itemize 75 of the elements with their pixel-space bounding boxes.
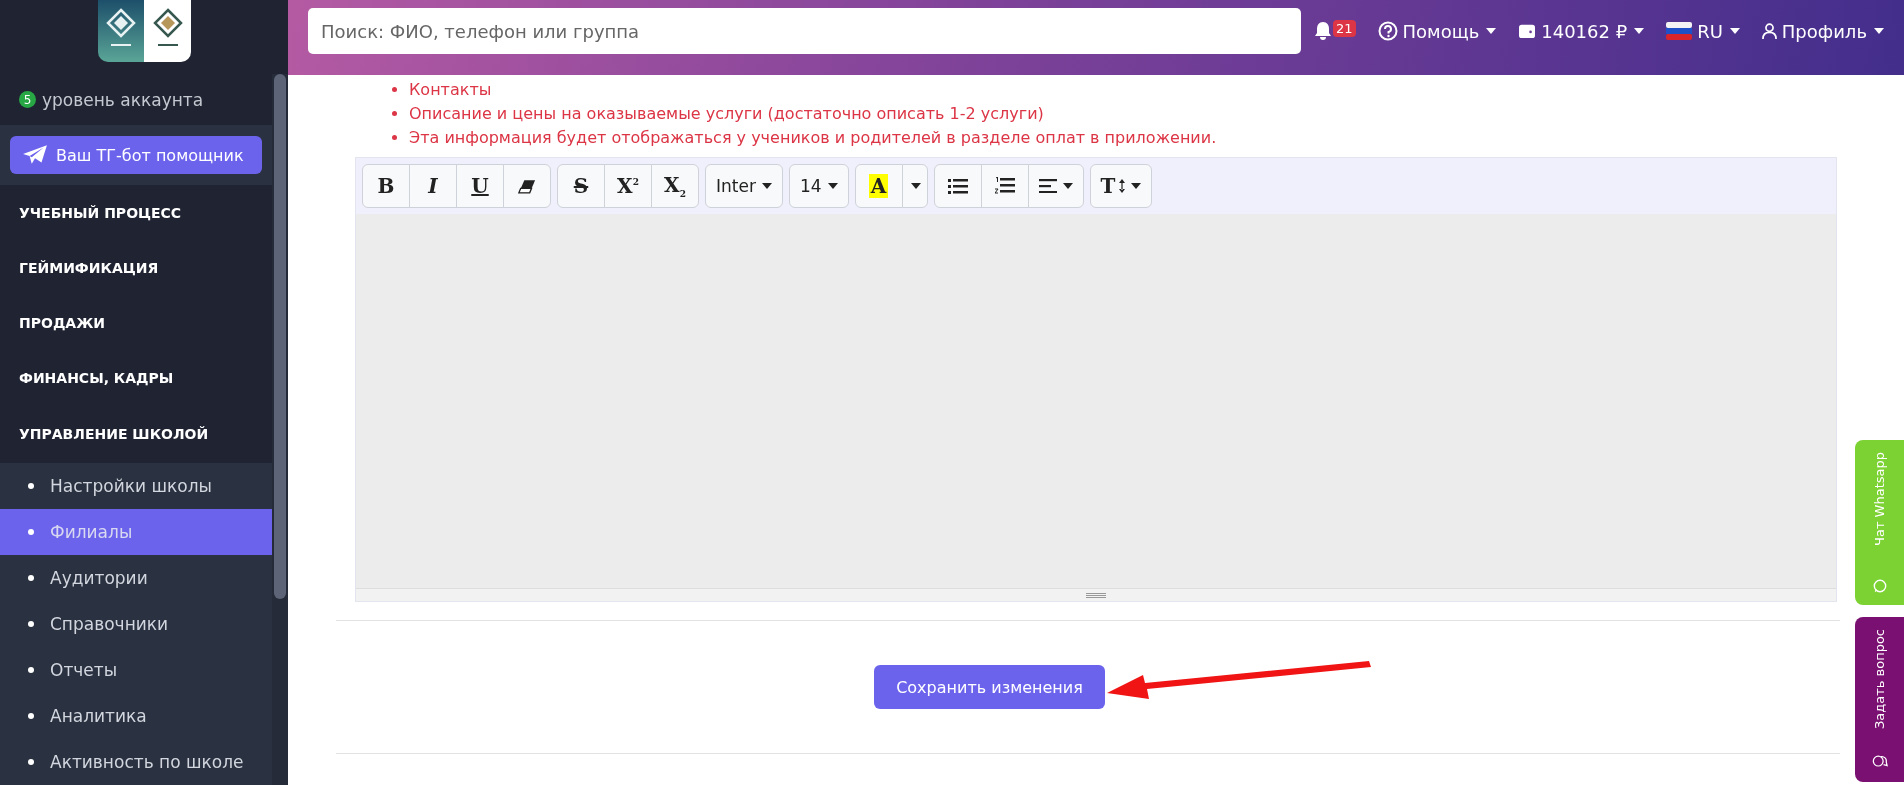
text-color-button[interactable]: A (854, 164, 903, 208)
menu-item[interactable]: Настройки школы (0, 463, 272, 509)
menu-section[interactable]: ПРОДАЖИ (0, 295, 272, 350)
bullet-list-button[interactable] (933, 164, 982, 208)
subscript-button[interactable]: X$_{2}$ (651, 164, 699, 208)
note-text: Эта информация будет отображаться у учеников и родителей в разделе оплат в приложении. (409, 127, 1217, 147)
notifications-button[interactable]: 21 (1313, 8, 1356, 54)
help-menu[interactable]: Помощь (1377, 8, 1497, 54)
bullet-icon (28, 575, 34, 581)
menu-item[interactable]: Отчеты (0, 647, 272, 693)
caret-icon (1874, 28, 1884, 34)
font-size-dropdown[interactable]: 14 (788, 164, 849, 208)
italic-button[interactable]: I (409, 164, 457, 208)
line-height-dropdown[interactable]: T (1089, 164, 1153, 208)
superscript-button[interactable]: X$^{2}$ (604, 164, 652, 208)
language-menu[interactable]: RU (1666, 8, 1740, 54)
grip-icon (1086, 592, 1106, 598)
profile-menu[interactable]: Профиль (1761, 8, 1884, 54)
chat-bubbles-icon (1871, 754, 1888, 770)
numbered-list-icon (994, 177, 1015, 195)
menu-section[interactable]: ГЕЙМИФИКАЦИЯ (0, 240, 272, 295)
account-level-label: уровень аккаунта (42, 89, 204, 110)
menu-section[interactable]: ФИНАНСЫ, КАДРЫ (0, 350, 272, 405)
question-icon (1377, 21, 1398, 41)
menu-item[interactable]: Справочники (0, 601, 272, 647)
color-menu-button[interactable] (901, 164, 928, 208)
eraser-icon (518, 178, 536, 194)
bullet-icon (392, 86, 397, 92)
menu-item[interactable]: Активность по школе (0, 739, 272, 785)
bullet-icon (28, 621, 34, 627)
menu-section[interactable]: УПРАВЛЕНИЕ ШКОЛОЙ (0, 405, 272, 463)
notification-count: 21 (1333, 19, 1356, 37)
bullet-icon (392, 110, 397, 116)
strikethrough-button[interactable]: S (557, 164, 605, 208)
ask-question-tab[interactable]: Задать вопрос (1855, 617, 1904, 782)
bullet-icon (28, 667, 34, 673)
eraser-button[interactable] (503, 164, 551, 208)
search-field[interactable]: Поиск: ФИО, телефон или группа (308, 8, 1301, 54)
caret-icon (1729, 28, 1740, 34)
bullet-icon (28, 759, 34, 765)
align-icon (1038, 179, 1057, 193)
numbered-list-button[interactable] (980, 164, 1029, 208)
person-icon (1761, 22, 1777, 40)
bullet-icon (392, 134, 397, 140)
bullet-list-icon (947, 178, 968, 194)
balance-menu[interactable]: 140162 ₽ (1518, 8, 1645, 54)
scrollbar[interactable] (272, 74, 288, 785)
note-text: Контакты (409, 79, 492, 99)
save-button[interactable]: Сохранить изменения (874, 665, 1105, 709)
caret-icon (1486, 28, 1497, 34)
bullet-icon (28, 713, 34, 719)
menu-section[interactable]: УЧЕБНЫЙ ПРОЦЕСС (0, 185, 272, 240)
underline-button[interactable]: U (456, 164, 504, 208)
arrows-icon (1119, 179, 1126, 193)
font-dropdown[interactable]: Inter (705, 164, 783, 208)
bold-button[interactable]: B (362, 164, 410, 208)
wallet-icon (1518, 23, 1537, 39)
menu-item[interactable]: Аудитории (0, 555, 272, 601)
bell-icon (1313, 21, 1333, 41)
caret-icon (1062, 183, 1073, 189)
level-badge: 5 (19, 91, 36, 108)
caret-icon (1634, 28, 1645, 34)
caret-icon (827, 183, 838, 189)
caret-icon (761, 183, 772, 189)
paper-plane-icon (22, 144, 48, 166)
chat-icon (1872, 579, 1887, 593)
bullet-icon (28, 483, 34, 489)
caret-icon (1131, 183, 1142, 189)
bullet-icon (28, 529, 34, 535)
menu-item[interactable]: Аналитика (0, 693, 272, 739)
flag-icon (1666, 21, 1693, 41)
caret-icon (910, 183, 921, 189)
align-dropdown[interactable] (1027, 164, 1084, 208)
note-text: Описание и цены на оказываемые услуги (достаточно описать 1-2 услуги) (409, 103, 1044, 123)
bot-button[interactable]: Ваш ТГ-бот помощник (10, 136, 262, 174)
